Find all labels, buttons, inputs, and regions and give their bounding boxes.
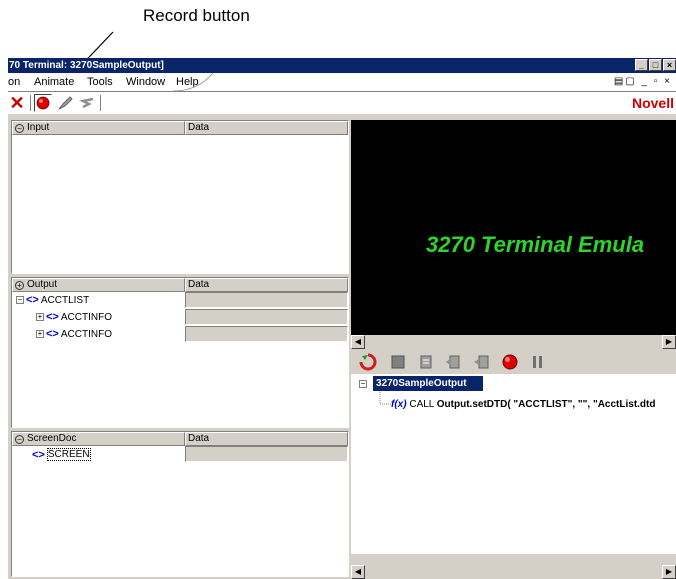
scroll-right-icon[interactable]: ▶ (662, 565, 676, 579)
data-cell[interactable] (185, 309, 348, 325)
close-window-button[interactable]: × (663, 59, 676, 71)
terminal-display-text: 3270 Terminal Emula (426, 232, 645, 257)
collapse-toggle-icon[interactable]: − (16, 296, 24, 304)
scroll-right-icon[interactable]: ▶ (662, 335, 676, 349)
element-tag-icon: <> (26, 294, 39, 306)
menu-item-animate[interactable]: Animate (34, 76, 74, 88)
menu-item-window[interactable]: Window (126, 76, 165, 88)
minimize-button[interactable]: _ (635, 59, 648, 71)
screendoc-panel-header[interactable]: − ScreenDoc (12, 432, 185, 446)
menu-curve-decoration (173, 73, 213, 91)
collapse-toggle-icon[interactable]: − (359, 380, 367, 388)
tree-node-label: SCREEN (46, 448, 91, 461)
trace-tree: − 3270SampleOutput f(x) CALL Output.setD… (351, 374, 676, 554)
toolbar-separator (100, 95, 101, 111)
record-icon[interactable] (501, 353, 519, 371)
window-title: 70 Terminal: 3270SampleOutput] (9, 60, 164, 71)
element-tag-icon: <> (46, 328, 59, 340)
expand-toggle-icon[interactable]: + (36, 330, 44, 338)
tree-node-label: ACCTINFO (60, 328, 112, 340)
terminal-scrollbar[interactable]: ◀ ▶ (351, 335, 676, 349)
tree-node-label: ACCTLIST (40, 294, 90, 306)
tree-row[interactable]: + <> ACCTINFO (12, 309, 348, 325)
element-tag-icon: <> (32, 448, 45, 461)
function-icon: f(x) (391, 399, 407, 410)
step-out-icon[interactable] (473, 353, 491, 371)
collapse-icon[interactable]: − (15, 434, 24, 444)
collapse-icon[interactable]: − (15, 123, 24, 133)
input-panel-header[interactable]: − Input (12, 121, 185, 135)
element-tag-icon: <> (46, 311, 59, 323)
undo-icon[interactable] (78, 94, 96, 112)
trace-call-node[interactable]: f(x) CALL Output.setDTD( "ACCTLIST", "",… (391, 399, 655, 410)
trace-scrollbar[interactable]: ◀ ▶ (351, 565, 676, 579)
pen-icon[interactable] (56, 94, 74, 112)
screendoc-panel: − ScreenDoc Data <> SCREEN (11, 431, 349, 577)
application-window: 70 Terminal: 3270SampleOutput] _ □ × on … (8, 58, 676, 579)
trace-toolbar (351, 350, 676, 374)
input-data-header[interactable]: Data (185, 121, 348, 135)
stop-icon[interactable] (389, 353, 407, 371)
step-over-icon[interactable] (445, 353, 463, 371)
call-keyword: CALL (409, 399, 434, 410)
record-button[interactable] (34, 94, 52, 112)
title-bar: 70 Terminal: 3270SampleOutput] _ □ × (8, 58, 676, 73)
output-panel-header[interactable]: + Output (12, 278, 185, 292)
toolbar: ✕ Novell (8, 92, 676, 114)
scroll-left-icon[interactable]: ◀ (351, 565, 365, 579)
call-text: Output.setDTD( "ACCTLIST", "", "AcctList… (436, 399, 656, 410)
close-icon[interactable]: ✕ (8, 93, 26, 113)
screendoc-data-header[interactable]: Data (185, 432, 348, 446)
tree-row[interactable]: <> SCREEN (12, 446, 348, 462)
maximize-button[interactable]: □ (649, 59, 662, 71)
scroll-left-icon[interactable]: ◀ (351, 335, 365, 349)
output-data-header[interactable]: Data (185, 278, 348, 292)
tree-node-label: ACCTINFO (60, 311, 112, 323)
menu-bar: on Animate Tools Window Help ▤▢ _ ▫ × (8, 73, 676, 92)
mdi-controls[interactable]: ▤▢ _ ▫ × (614, 76, 672, 87)
record-icon (36, 96, 50, 110)
tree-row[interactable]: − <> ACCTLIST (12, 292, 348, 308)
input-panel: − Input Data (11, 120, 349, 274)
data-cell[interactable] (185, 326, 348, 342)
output-panel: + Output Data − <> ACCTLIST + <> ACCTINF… (11, 277, 349, 428)
brand-logo: Novell (631, 95, 674, 111)
tree-row[interactable]: + <> ACCTINFO (12, 326, 348, 342)
pause-icon[interactable] (529, 353, 547, 371)
menu-item-tools[interactable]: Tools (87, 76, 113, 88)
toolbar-separator (30, 95, 31, 111)
trace-root-node[interactable]: 3270SampleOutput (373, 376, 483, 391)
data-cell[interactable] (185, 446, 348, 462)
terminal-screen[interactable]: 3270 Terminal Emula (351, 120, 676, 335)
step-into-icon[interactable] (417, 353, 435, 371)
refresh-icon[interactable] (359, 353, 377, 371)
expand-icon[interactable]: + (15, 280, 24, 290)
data-cell[interactable] (185, 292, 348, 308)
expand-toggle-icon[interactable]: + (36, 313, 44, 321)
menu-item-action[interactable]: on (8, 76, 20, 88)
